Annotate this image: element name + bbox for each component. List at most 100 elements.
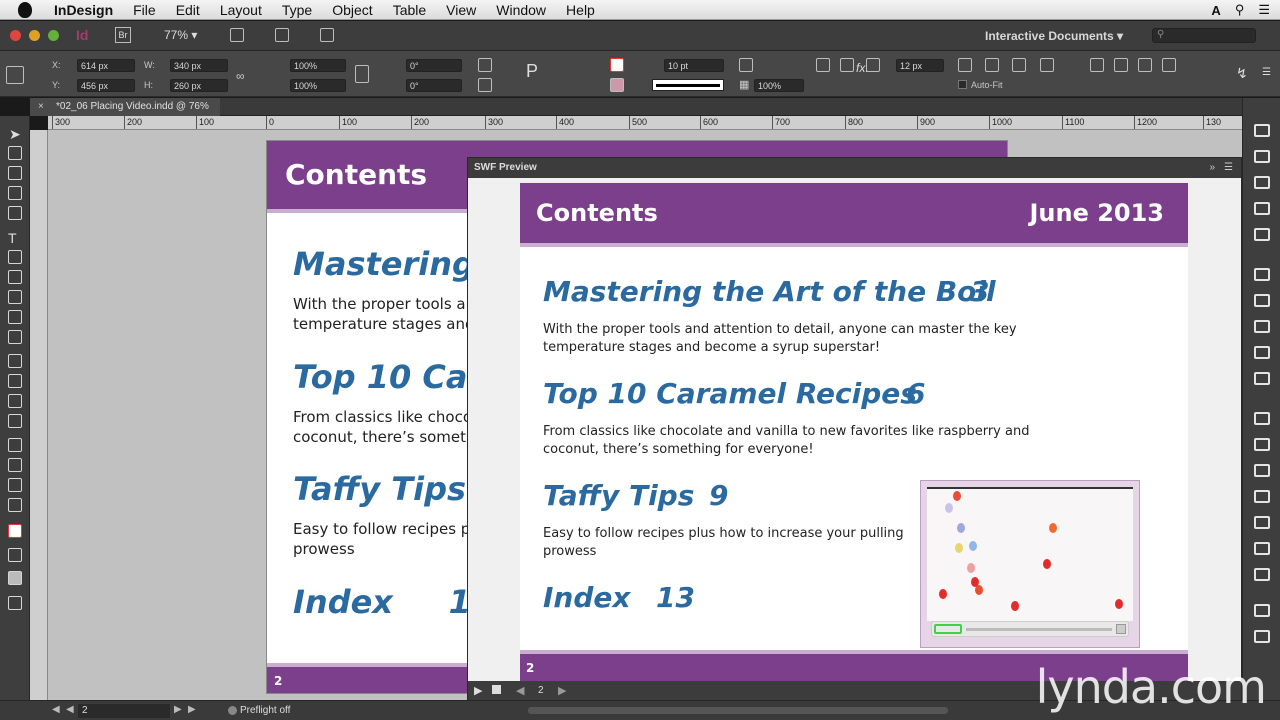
- links-panel-icon[interactable]: [1254, 176, 1270, 189]
- swf-preview-titlebar[interactable]: SWF Preview » ☰: [468, 158, 1241, 178]
- gap-field[interactable]: 12 px: [896, 59, 944, 72]
- zoom-window-button[interactable]: [48, 30, 59, 41]
- x-field[interactable]: 614 px: [77, 59, 135, 72]
- minimize-window-button[interactable]: [29, 30, 40, 41]
- eyedropper-tool-icon[interactable]: [8, 458, 22, 472]
- stroke-type-dropdown[interactable]: [652, 79, 724, 91]
- fill-frame-icon[interactable]: [958, 58, 972, 72]
- play-preview-icon[interactable]: ▶: [474, 684, 482, 697]
- next-page-icon[interactable]: ▶: [174, 704, 182, 715]
- clear-preview-icon[interactable]: [492, 685, 501, 694]
- object-styles-icon[interactable]: [1254, 346, 1270, 359]
- content-collector-icon[interactable]: [8, 206, 22, 220]
- page-number-field[interactable]: 2: [78, 704, 170, 718]
- reference-point-icon[interactable]: [6, 66, 24, 84]
- layers-panel-icon[interactable]: [1254, 150, 1270, 163]
- object-states-icon[interactable]: [1254, 568, 1270, 581]
- stroke-swatch-icon[interactable]: [610, 78, 624, 92]
- close-window-button[interactable]: [10, 30, 21, 41]
- align-center-icon[interactable]: [1114, 58, 1128, 72]
- menu-edit[interactable]: Edit: [166, 2, 210, 18]
- menu-window[interactable]: Window: [486, 2, 556, 18]
- fill-swatch-icon[interactable]: [610, 58, 624, 72]
- pencil-tool-icon[interactable]: [8, 290, 22, 304]
- opacity-field[interactable]: 100%: [754, 79, 804, 92]
- timing-panel-icon[interactable]: [1254, 542, 1270, 555]
- rectangle-tool-icon[interactable]: [8, 330, 22, 344]
- zoom-level-dropdown[interactable]: 77% ▾: [164, 28, 197, 42]
- rectangle-frame-tool-icon[interactable]: [8, 310, 22, 324]
- gradient-feather-tool-icon[interactable]: [8, 414, 22, 428]
- video-player[interactable]: [920, 480, 1140, 648]
- bookmarks-panel-icon[interactable]: [1254, 464, 1270, 477]
- video-controller[interactable]: [931, 621, 1129, 637]
- distribute-spacing-icon[interactable]: [1162, 58, 1176, 72]
- gradient-swatch-tool-icon[interactable]: [8, 394, 22, 408]
- selection-tool-icon[interactable]: ➤: [9, 126, 23, 142]
- notifications-icon[interactable]: ☰: [1258, 2, 1270, 18]
- horizontal-scrollbar[interactable]: [528, 707, 948, 714]
- menu-layout[interactable]: Layout: [210, 2, 272, 18]
- swf-preview-panel-icon[interactable]: [1254, 630, 1270, 643]
- direct-selection-tool-icon[interactable]: [8, 146, 22, 160]
- fit-proportionally-icon[interactable]: [1012, 58, 1026, 72]
- last-page-icon[interactable]: ▶: [188, 704, 196, 715]
- rotation-angle-field[interactable]: 0°: [406, 59, 462, 72]
- page-transitions-icon[interactable]: [1254, 490, 1270, 503]
- arrange-documents-icon[interactable]: [320, 28, 334, 42]
- paragraph-styles-icon[interactable]: [1254, 268, 1270, 281]
- free-transform-tool-icon[interactable]: [8, 374, 22, 388]
- first-page-icon[interactable]: ◀: [52, 704, 60, 715]
- prev-page-icon[interactable]: ◀: [66, 704, 74, 715]
- width-field[interactable]: 340 px: [170, 59, 228, 72]
- collapse-panel-icon[interactable]: »: [1209, 158, 1215, 178]
- preview-page-field[interactable]: 2: [538, 685, 544, 696]
- buttons-panel-icon[interactable]: [1254, 412, 1270, 425]
- scale-x-field[interactable]: 100%: [290, 59, 346, 72]
- menu-table[interactable]: Table: [383, 2, 436, 18]
- close-tab-icon[interactable]: ×: [38, 98, 44, 116]
- screen-mode-icon[interactable]: [275, 28, 289, 42]
- bridge-button[interactable]: Br: [115, 27, 131, 43]
- note-tool-icon[interactable]: [8, 438, 22, 452]
- menu-type[interactable]: Type: [272, 2, 322, 18]
- formatting-affects-container-icon[interactable]: [8, 548, 22, 562]
- align-icon[interactable]: [816, 58, 830, 72]
- table-panel-icon[interactable]: [1254, 372, 1270, 385]
- adobe-icon[interactable]: A: [1211, 3, 1220, 18]
- apply-color-icon[interactable]: [8, 571, 22, 585]
- rotate-clockwise-icon[interactable]: [478, 58, 492, 72]
- screen-mode-tool-icon[interactable]: [8, 596, 22, 610]
- app-menu[interactable]: InDesign: [44, 2, 123, 18]
- zoom-tool-icon[interactable]: [8, 498, 22, 512]
- menu-object[interactable]: Object: [322, 2, 382, 18]
- distribute-icon[interactable]: [840, 58, 854, 72]
- fit-content-icon[interactable]: [985, 58, 999, 72]
- flip-horizontal-icon[interactable]: [478, 78, 492, 92]
- type-tool-icon[interactable]: T: [8, 230, 22, 246]
- view-options-icon[interactable]: [230, 28, 244, 42]
- height-field[interactable]: 260 px: [170, 79, 228, 92]
- center-content-icon[interactable]: [1040, 58, 1054, 72]
- menu-help[interactable]: Help: [556, 2, 605, 18]
- preflight-status[interactable]: Preflight off: [240, 705, 290, 716]
- menu-file[interactable]: File: [123, 2, 166, 18]
- swf-preview-panel[interactable]: SWF Preview » ☰ Contents June 2013 Maste…: [467, 157, 1242, 701]
- horizontal-ruler[interactable]: 300 200 100 0 100 200 300 400 500 600 700 800 900 100…: [48, 116, 1242, 130]
- menu-view[interactable]: View: [436, 2, 486, 18]
- character-styles-icon[interactable]: [1254, 294, 1270, 307]
- stroke-panel-icon[interactable]: [1254, 202, 1270, 215]
- video-volume-button[interactable]: [1116, 624, 1126, 634]
- video-play-button[interactable]: [934, 624, 962, 634]
- constrain-scale-icon[interactable]: [355, 65, 369, 83]
- media-panel-icon[interactable]: [1254, 604, 1270, 617]
- quick-apply-icon[interactable]: ↯: [1236, 65, 1248, 82]
- pages-panel-icon[interactable]: [1254, 124, 1270, 137]
- frame-fitting-icon[interactable]: [866, 58, 880, 72]
- video-scrubber[interactable]: [966, 628, 1112, 631]
- shear-angle-field[interactable]: 0°: [406, 79, 462, 92]
- apple-menu-icon[interactable]: [18, 1, 32, 18]
- hand-tool-icon[interactable]: [8, 478, 22, 492]
- line-tool-icon[interactable]: [8, 250, 22, 264]
- scissors-tool-icon[interactable]: [8, 354, 22, 368]
